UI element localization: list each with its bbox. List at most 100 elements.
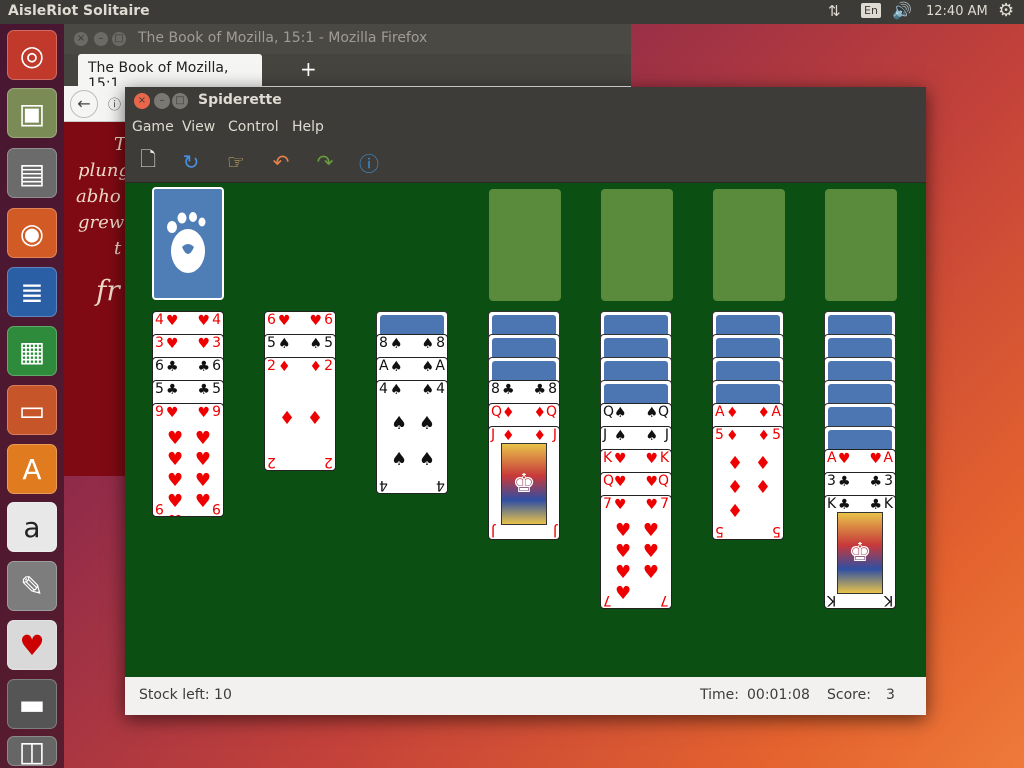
card-rank: 8: [548, 381, 557, 397]
card-rank: 4: [212, 312, 221, 328]
close-icon[interactable]: ×: [134, 93, 150, 109]
info-icon[interactable]: ⓘ: [356, 149, 382, 176]
libreoffice-impress-icon[interactable]: ▭: [7, 385, 57, 435]
card-suit-icon: ♥: [869, 451, 882, 467]
card-rank: Q: [491, 404, 503, 420]
card-suit-icon: ♥: [645, 497, 658, 513]
spiderette-titlebar: × – □ Spiderette: [125, 87, 926, 115]
card-suit-icon: ♥: [645, 474, 658, 490]
restart-icon[interactable]: ↻: [178, 149, 204, 175]
keyboard-language-indicator[interactable]: En: [861, 3, 881, 18]
playing-card[interactable]: 7 ♥ 7 ♥ ♥ ♥ ♥ ♥ ♥ ♥ ♥ 7 7: [600, 495, 672, 609]
card-rank: 3: [155, 335, 164, 351]
card-rank: 9: [212, 404, 221, 420]
card-suit-icon: ♠: [421, 382, 434, 398]
card-rank: J: [552, 427, 557, 443]
active-app-title: AisleRiot Solitaire: [8, 3, 150, 19]
card-suit-icon: ♠: [391, 448, 408, 470]
card-rank: Q: [603, 404, 615, 420]
court-card-figure: ♚: [501, 443, 547, 525]
foundation-slot[interactable]: [489, 189, 561, 301]
menu-game[interactable]: Game: [132, 119, 174, 135]
system-menu-gear-icon[interactable]: ⚙: [998, 0, 1014, 21]
card-pips: ♠ ♠ ♠ ♠: [391, 405, 435, 477]
card-rank: 4: [379, 477, 388, 493]
undo-icon[interactable]: ↶: [268, 149, 294, 175]
card-suit-icon: ♠: [645, 405, 658, 421]
ubuntu-software-icon[interactable]: A: [7, 444, 57, 494]
playing-card[interactable]: 4 ♠ 4 ♠ ♠ ♠ ♠ ♠ 4 4: [376, 380, 448, 494]
aisleriot-solitaire-icon[interactable]: ♥: [7, 620, 57, 670]
playing-card[interactable]: 5 ♦ 5 ♦ ♦ ♦ ♦ ♦ ♦ 5 5: [712, 426, 784, 540]
card-suit-icon: ♠: [614, 428, 627, 444]
card-rank: 3: [827, 473, 836, 489]
card-rank: A: [883, 450, 893, 466]
card-rank: 7: [660, 496, 669, 512]
menu-view[interactable]: View: [182, 119, 215, 135]
card-rank: 6: [155, 358, 164, 374]
card-rank: 6: [212, 358, 221, 374]
card-rank: Q: [603, 473, 615, 489]
firefox-icon[interactable]: ◉: [7, 208, 57, 258]
card-suit-icon: ♠: [421, 359, 434, 375]
maximize-icon[interactable]: □: [172, 93, 188, 109]
card-rank: 7: [603, 592, 612, 608]
card-suit-icon: ♠: [390, 382, 403, 398]
amazon-icon[interactable]: a: [7, 502, 57, 552]
playing-card[interactable]: 2 ♦ 2 ♦ ♦ ♦ 2 2: [264, 357, 336, 471]
site-info-icon[interactable]: ⓘ: [108, 94, 121, 113]
card-suit-icon: ♥: [197, 405, 210, 421]
spiderette-window: × – □ Spiderette Game View Control Help …: [125, 87, 926, 715]
stock-pile[interactable]: [152, 187, 224, 300]
maximize-icon[interactable]: □: [112, 32, 126, 46]
card-suit-icon: ♥: [194, 449, 211, 470]
foundation-slot[interactable]: [713, 189, 785, 301]
save-disk-icon[interactable]: ▬: [7, 679, 57, 729]
card-suit-icon: ♦: [757, 405, 770, 421]
new-game-icon[interactable]: 🗋: [135, 147, 161, 175]
menu-control[interactable]: Control: [228, 119, 279, 135]
card-suit-icon: ♥: [645, 451, 658, 467]
minimize-icon[interactable]: –: [94, 32, 108, 46]
card-rank: Q: [545, 404, 557, 420]
network-icon[interactable]: ⇅: [828, 2, 841, 20]
card-suit-icon: ♦: [306, 407, 323, 429]
card-suit-icon: ♥: [642, 520, 659, 541]
hint-icon[interactable]: ☞: [223, 149, 249, 175]
ubuntu-dash-icon[interactable]: ◎: [7, 30, 57, 80]
card-suit-icon: ♦: [726, 428, 739, 444]
libreoffice-calc-icon[interactable]: ▦: [7, 326, 57, 376]
files-icon[interactable]: ▤: [7, 148, 57, 198]
system-settings-icon[interactable]: ✎: [7, 561, 57, 611]
card-suit-icon: ♥: [642, 562, 659, 583]
minimize-icon[interactable]: –: [154, 93, 170, 109]
score-value: 3: [886, 687, 895, 703]
card-rank: 9: [155, 500, 164, 516]
foundation-slot[interactable]: [825, 189, 897, 301]
redo-icon[interactable]: ↷: [312, 149, 338, 175]
libreoffice-writer-icon[interactable]: ≣: [7, 267, 57, 317]
volume-icon[interactable]: 🔊: [892, 1, 912, 20]
card-rank: 5: [772, 427, 781, 443]
back-arrow-icon[interactable]: ←: [70, 90, 98, 118]
trash-icon[interactable]: ◫: [7, 735, 57, 768]
firefox-tab[interactable]: The Book of Mozilla, 15:1: [78, 54, 262, 92]
playing-card[interactable]: K ♣ K ♣ ♚ K K: [824, 495, 896, 609]
playing-card[interactable]: 9♥9♥♥♥♥♥♥♥♥♥♥99: [152, 403, 224, 517]
foundation-slot[interactable]: [601, 189, 673, 301]
game-board: 4♥4♥3♥3♥6♣6♣5♣5♣9♥9♥♥♥♥♥♥♥♥♥♥996♥6♥5♠5♠2…: [125, 183, 926, 677]
new-tab-plus-icon[interactable]: +: [300, 57, 317, 81]
card-rank: K: [827, 592, 837, 608]
card-suit-icon: ♠: [645, 428, 658, 444]
card-suit-icon: ♣: [533, 382, 546, 398]
software-updater-icon[interactable]: ▣: [7, 88, 57, 138]
clock[interactable]: 12:40 AM: [926, 4, 988, 19]
menu-help[interactable]: Help: [292, 119, 324, 135]
page-text: abho: [76, 186, 121, 207]
playing-card[interactable]: J ♦ J ♦ ♚ J J: [488, 426, 560, 540]
close-icon[interactable]: ×: [74, 32, 88, 46]
card-suit-icon: ♦: [279, 407, 296, 429]
card-rank: J: [491, 523, 496, 539]
card-suit-icon: ♣: [869, 497, 882, 513]
card-rank: 4: [436, 477, 445, 493]
